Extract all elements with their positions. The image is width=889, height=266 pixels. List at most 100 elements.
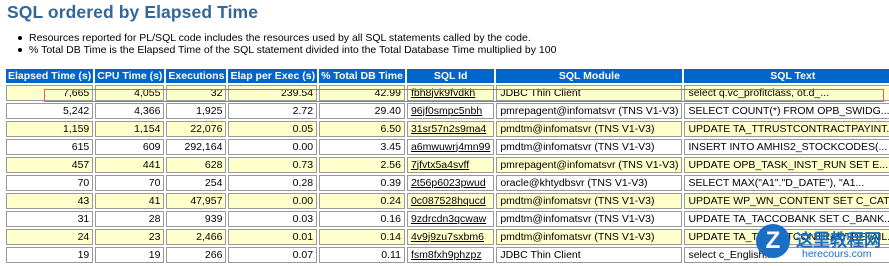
notes-list: Resources reported for PL/SQL code inclu… xyxy=(12,32,556,56)
cell-executions: 22,076 xyxy=(166,121,227,137)
table-row: 457 441 628 0.73 2.56 7jfvtx5a4svff pmre… xyxy=(6,157,889,173)
column-header-elap-per-exec[interactable]: Elap per Exec (s) xyxy=(228,69,318,83)
table-row: 5,242 4,366 1,925 2.72 29.40 96jf0smpc5n… xyxy=(6,103,889,119)
cell-cpu-time: 441 xyxy=(95,157,165,173)
column-header-sql-module[interactable]: SQL Module xyxy=(496,69,683,83)
sql-id-link[interactable]: 96jf0smpc5nbh xyxy=(406,103,495,119)
column-header-elapsed-time[interactable]: Elapsed Time (s) xyxy=(6,69,94,83)
column-header-cpu-time[interactable]: CPU Time (s) xyxy=(95,69,165,83)
cell-total-db-time: 0.39 xyxy=(319,175,405,191)
cell-elapsed-time: 7,665 xyxy=(6,85,94,101)
cell-executions: 2,466 xyxy=(166,229,227,245)
cell-sql-text: UPDATE TA_TTRUSTCONTRACTPAYINT... xyxy=(684,121,889,137)
cell-cpu-time: 41 xyxy=(95,193,165,209)
cell-total-db-time: 0.14 xyxy=(319,229,405,245)
cell-total-db-time: 0.11 xyxy=(319,247,405,263)
sql-id-link[interactable]: 2t56p6023pwud xyxy=(406,175,495,191)
section-title: SQL ordered by Elapsed Time xyxy=(7,2,259,22)
cell-executions: 266 xyxy=(166,247,227,263)
cell-sql-module: pmrepagent@infomatsvr (TNS V1-V3) xyxy=(496,157,683,173)
cell-sql-module: oracle@khtydbsvr (TNS V1-V3) xyxy=(496,175,683,191)
cell-elap-per-exec: 239.54 xyxy=(228,85,318,101)
cell-total-db-time: 42.99 xyxy=(319,85,405,101)
sql-id-link[interactable]: 9zdrcdn3qcwaw xyxy=(406,211,495,227)
cell-elapsed-time: 31 xyxy=(6,211,94,227)
cell-sql-text: UPDATE OPB_TASK_INST_RUN SET E... xyxy=(684,157,889,173)
bullet-icon xyxy=(18,48,22,52)
cell-elap-per-exec: 0.05 xyxy=(228,121,318,137)
sql-id-link[interactable]: 4v9j9zu7sxbm6 xyxy=(406,229,495,245)
cell-executions: 32 xyxy=(166,85,227,101)
cell-total-db-time: 2.56 xyxy=(319,157,405,173)
sql-id-link[interactable]: a6mwuwrj4mn99 xyxy=(406,139,495,155)
cell-total-db-time: 0.24 xyxy=(319,193,405,209)
table-row: 1,159 1,154 22,076 0.05 6.50 31sr57n2s9m… xyxy=(6,121,889,137)
cell-sql-text: select q.vc_profitclass, ot.d_... xyxy=(684,85,889,101)
cell-sql-module: pmrepagent@infomatsvr (TNS V1-V3) xyxy=(496,103,683,119)
cell-elapsed-time: 457 xyxy=(6,157,94,173)
sql-id-link[interactable]: fbh8jvk9fvdkh xyxy=(406,85,495,101)
cell-sql-module: pmdtm@infomatsvr (TNS V1-V3) xyxy=(496,139,683,155)
table-row: 70 70 254 0.28 0.39 2t56p6023pwud oracle… xyxy=(6,175,889,191)
column-header-total-db-time[interactable]: % Total DB Time xyxy=(319,69,405,83)
cell-executions: 628 xyxy=(166,157,227,173)
cell-elapsed-time: 70 xyxy=(6,175,94,191)
bullet-icon xyxy=(18,36,22,40)
cell-elap-per-exec: 0.01 xyxy=(228,229,318,245)
column-header-sql-text[interactable]: SQL Text xyxy=(684,69,889,83)
awr-report-section: SQL ordered by Elapsed Time Resources re… xyxy=(0,0,889,266)
cell-executions: 292,164 xyxy=(166,139,227,155)
cell-elapsed-time: 1,159 xyxy=(6,121,94,137)
cell-total-db-time: 3.45 xyxy=(319,139,405,155)
cell-cpu-time: 19 xyxy=(95,247,165,263)
cell-total-db-time: 29.40 xyxy=(319,103,405,119)
cell-elap-per-exec: 0.00 xyxy=(228,193,318,209)
sql-id-link[interactable]: 7jfvtx5a4svff xyxy=(406,157,495,173)
cell-elap-per-exec: 0.28 xyxy=(228,175,318,191)
cell-elapsed-time: 5,242 xyxy=(6,103,94,119)
cell-cpu-time: 4,366 xyxy=(95,103,165,119)
header-row: Elapsed Time (s) CPU Time (s) Executions… xyxy=(6,69,889,83)
cell-elapsed-time: 24 xyxy=(6,229,94,245)
cell-elapsed-time: 615 xyxy=(6,139,94,155)
column-header-sql-id[interactable]: SQL Id xyxy=(406,69,495,83)
cell-elap-per-exec: 2.72 xyxy=(228,103,318,119)
cell-executions: 254 xyxy=(166,175,227,191)
cell-cpu-time: 609 xyxy=(95,139,165,155)
note-text: % Total DB Time is the Elapsed Time of t… xyxy=(29,44,557,56)
watermark-subtitle: herecours.com xyxy=(802,248,872,260)
cell-elap-per-exec: 0.03 xyxy=(228,211,318,227)
cell-executions: 1,925 xyxy=(166,103,227,119)
cell-sql-text: INSERT INTO AMHIS2_STOCKCODES(... xyxy=(684,139,889,155)
cell-sql-module: JDBC Thin Client xyxy=(496,85,683,101)
cell-cpu-time: 1,154 xyxy=(95,121,165,137)
cell-cpu-time: 23 xyxy=(95,229,165,245)
cell-total-db-time: 6.50 xyxy=(319,121,405,137)
sql-id-link[interactable]: 0c087528hqucd xyxy=(406,193,495,209)
column-header-executions[interactable]: Executions xyxy=(166,69,227,83)
sql-id-link[interactable]: fsm8fxh9phzpz xyxy=(406,247,495,263)
site-watermark: Z 这里教程网 herecours.com xyxy=(752,222,889,266)
table-row: 615 609 292,164 0.00 3.45 a6mwuwrj4mn99 … xyxy=(6,139,889,155)
cell-sql-module: pmdtm@infomatsvr (TNS V1-V3) xyxy=(496,193,683,209)
table-row: 7,665 4,055 32 239.54 42.99 fbh8jvk9fvdk… xyxy=(6,85,889,101)
cell-sql-module: pmdtm@infomatsvr (TNS V1-V3) xyxy=(496,211,683,227)
cell-cpu-time: 4,055 xyxy=(95,85,165,101)
cell-executions: 939 xyxy=(166,211,227,227)
cell-sql-module: pmdtm@infomatsvr (TNS V1-V3) xyxy=(496,121,683,137)
cell-sql-module: JDBC Thin Client xyxy=(496,247,683,263)
cell-sql-text: UPDATE WP_WN_CONTENT SET C_CAT... xyxy=(684,193,889,209)
cell-executions: 47,957 xyxy=(166,193,227,209)
note-item: Resources reported for PL/SQL code inclu… xyxy=(12,32,556,44)
sql-id-link[interactable]: 31sr57n2s9ma4 xyxy=(406,121,495,137)
cell-sql-module: pmdtm@infomatsvr (TNS V1-V3) xyxy=(496,229,683,245)
cell-cpu-time: 70 xyxy=(95,175,165,191)
table-row: 43 41 47,957 0.00 0.24 0c087528hqucd pmd… xyxy=(6,193,889,209)
watermark-logo-letter: Z xyxy=(765,227,781,254)
cell-elapsed-time: 19 xyxy=(6,247,94,263)
cell-elapsed-time: 43 xyxy=(6,193,94,209)
cell-cpu-time: 28 xyxy=(95,211,165,227)
cell-elap-per-exec: 0.00 xyxy=(228,139,318,155)
watermark-logo-icon: Z xyxy=(756,224,790,258)
cell-sql-text: SELECT MAX("A1"."D_DATE"), "A1... xyxy=(684,175,889,191)
